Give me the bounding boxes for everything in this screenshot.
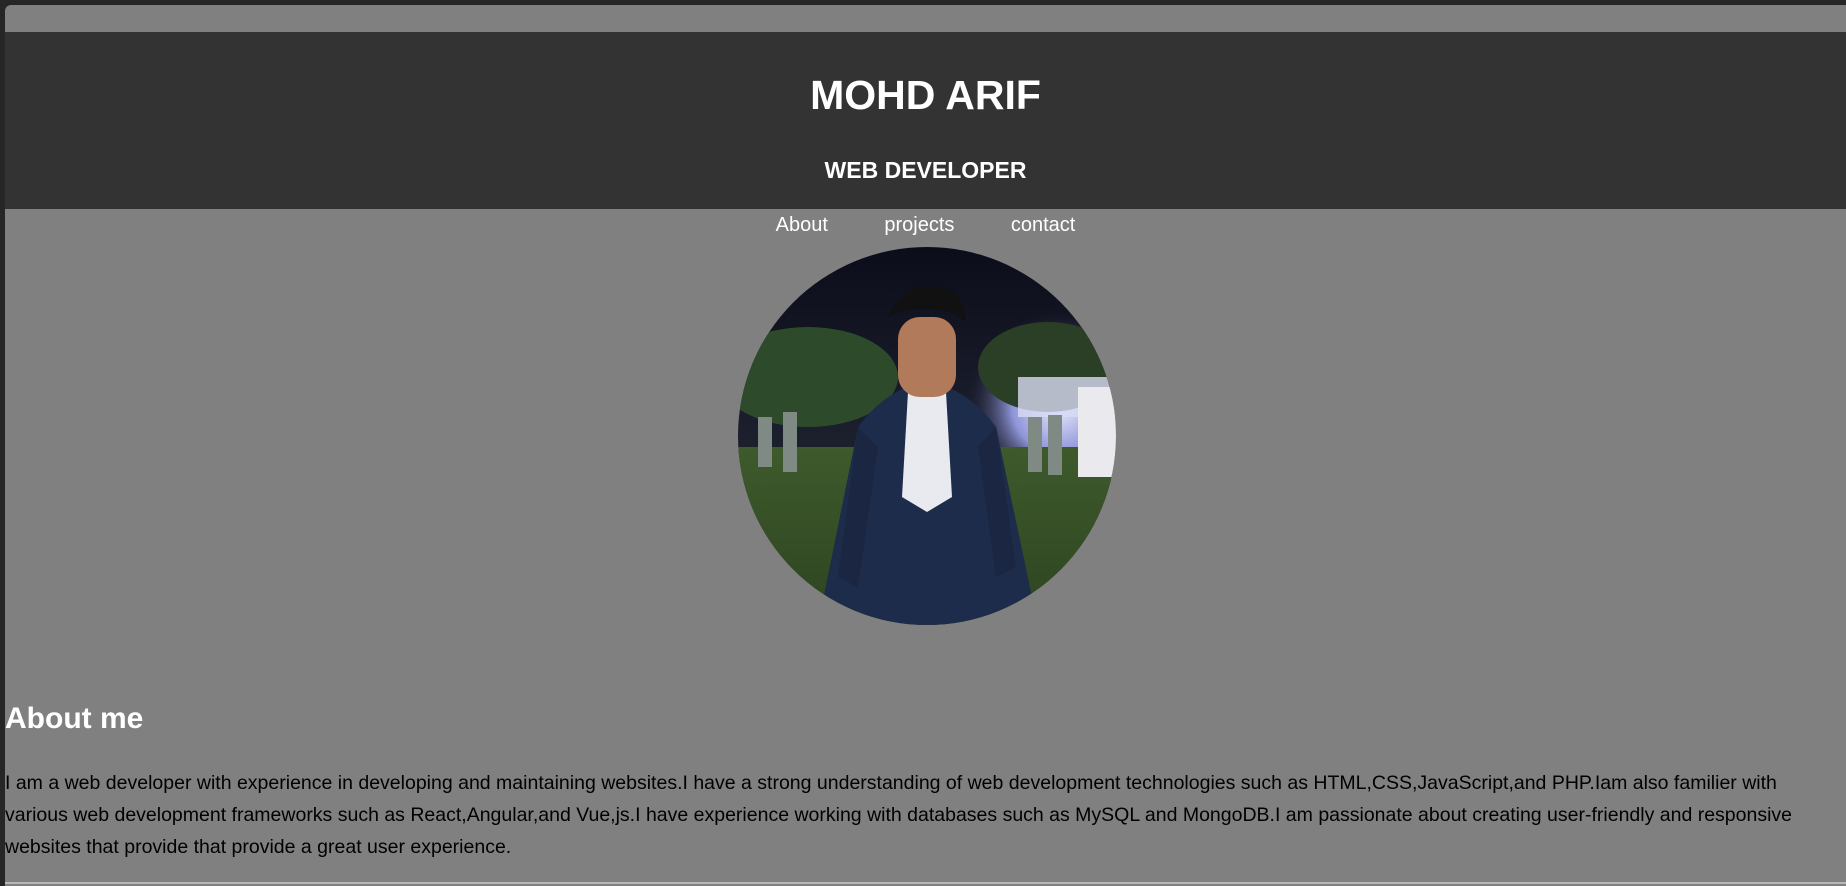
about-paragraph: I am a web developer with experience in …: [5, 772, 1793, 858]
profile-photo: [738, 247, 1116, 625]
about-heading: About me: [5, 702, 144, 735]
site-header: MOHD ARIF WEB DEVELOPER About projects c…: [5, 32, 1846, 236]
site-title: MOHD ARIF: [810, 72, 1041, 118]
nav-link-projects[interactable]: projects: [884, 212, 954, 238]
main-nav: About projects contact: [5, 212, 1846, 238]
browser-viewport: MOHD ARIF WEB DEVELOPER About projects c…: [5, 5, 1846, 886]
nav-link-about[interactable]: About: [776, 212, 828, 238]
site-subtitle: WEB DEVELOPER: [824, 157, 1027, 183]
nav-link-contact[interactable]: contact: [1011, 212, 1075, 238]
section-divider: [5, 882, 1846, 884]
profile-photo-illustration: [738, 247, 1116, 625]
